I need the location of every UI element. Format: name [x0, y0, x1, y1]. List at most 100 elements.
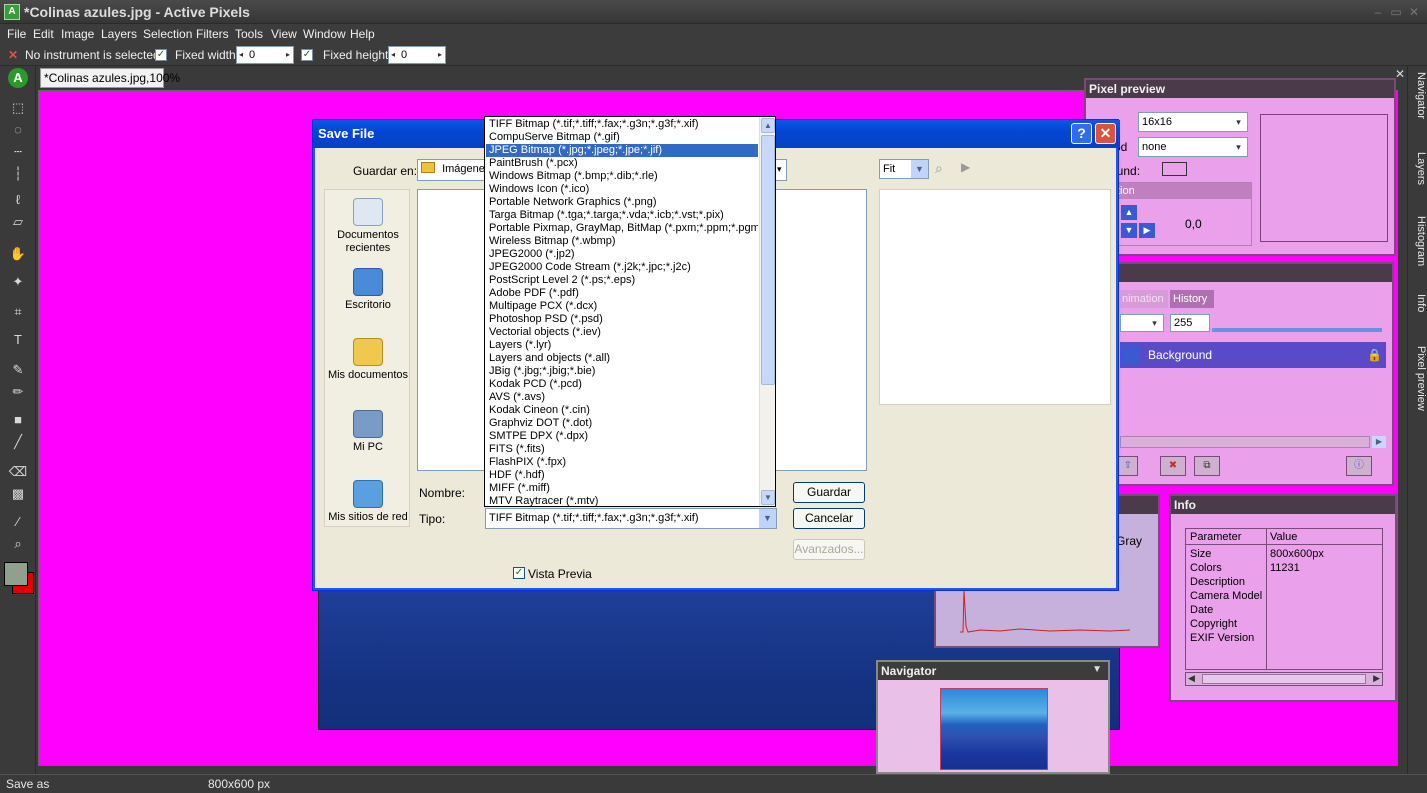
- tab-navigator[interactable]: Navigator: [1409, 72, 1427, 119]
- place-recent[interactable]: Documentos recientes: [325, 198, 411, 255]
- arrow-right-icon[interactable]: ▶: [1139, 223, 1155, 238]
- dropdown-item[interactable]: FlashPIX (*.fpx): [486, 456, 758, 469]
- magic-wand-icon[interactable]: ✦: [8, 272, 28, 292]
- fixed-width-input[interactable]: ◂ 0 ▸: [236, 46, 294, 64]
- menu-help[interactable]: Help: [350, 27, 375, 41]
- arrow-down-icon[interactable]: ▼: [1121, 223, 1137, 238]
- dropdown-item[interactable]: TIFF Bitmap (*.tif;*.tiff;*.fax;*.g3n;*.…: [486, 118, 758, 131]
- line-icon[interactable]: ╱: [8, 432, 28, 452]
- place-my-documents[interactable]: Mis documentos: [325, 338, 411, 382]
- ellipse-select-icon[interactable]: ◌: [8, 120, 28, 140]
- chevron-down-icon[interactable]: ▼: [911, 160, 928, 178]
- tab-history[interactable]: History: [1170, 290, 1214, 308]
- fixed-height-checkbox[interactable]: ✓: [301, 49, 313, 61]
- layer-row-background[interactable]: Background 🔒: [1120, 342, 1386, 368]
- dropdown-scrollbar[interactable]: ▲ ▼: [759, 117, 775, 506]
- gradient-icon[interactable]: ▩: [8, 484, 28, 504]
- chevron-down-icon[interactable]: ▼: [1092, 664, 1102, 675]
- dropdown-item[interactable]: Layers (*.lyr): [486, 339, 758, 352]
- pencil-icon[interactable]: ✏: [8, 382, 28, 402]
- dropdown-item[interactable]: AVS (*.avs): [486, 391, 758, 404]
- dropdown-item[interactable]: Windows Bitmap (*.bmp;*.dib;*.rle): [486, 170, 758, 183]
- eyedropper-icon[interactable]: ⁄: [8, 512, 28, 532]
- lasso-icon[interactable]: ℓ: [8, 190, 28, 210]
- dropdown-item[interactable]: PostScript Level 2 (*.ps;*.eps): [486, 274, 758, 287]
- eraser-icon[interactable]: ⌫: [8, 462, 28, 482]
- arrow-up-icon[interactable]: ▲: [1121, 205, 1137, 220]
- dropdown-item[interactable]: Wireless Bitmap (*.wbmp): [486, 235, 758, 248]
- maximize-button[interactable]: ▭: [1388, 4, 1404, 20]
- zoom-icon[interactable]: ⌕: [8, 534, 28, 554]
- tab-animation[interactable]: nimation: [1120, 290, 1168, 308]
- dropdown-item[interactable]: Adobe PDF (*.pdf): [486, 287, 758, 300]
- dropdown-item[interactable]: Layers and objects (*.all): [486, 352, 758, 365]
- dropdown-item[interactable]: JBig (*.jbg;*.jbig;*.bie): [486, 365, 758, 378]
- dropdown-item[interactable]: Portable Pixmap, GrayMap, BitMap (*.pxm;…: [486, 222, 758, 235]
- tab-histogram[interactable]: Histogram: [1409, 216, 1427, 266]
- fixed-height-input[interactable]: ◂ 0 ▸: [388, 46, 446, 64]
- menu-window[interactable]: Window: [303, 27, 346, 41]
- layer-info-icon[interactable]: ⓘ: [1346, 456, 1372, 476]
- rect-select-icon[interactable]: ⬚: [8, 98, 28, 118]
- column-select-icon[interactable]: ┆: [8, 164, 28, 184]
- dropdown-item[interactable]: FITS (*.fits): [486, 443, 758, 456]
- spin-left-icon[interactable]: ◂: [391, 47, 395, 63]
- background-color-swatch[interactable]: [1162, 162, 1187, 176]
- scroll-left-icon[interactable]: ◀: [1188, 673, 1195, 684]
- move-layer-up-icon[interactable]: ⇧: [1118, 456, 1138, 476]
- menu-layers[interactable]: Layers: [101, 27, 137, 41]
- zoom-select[interactable]: Fit ▼: [879, 159, 929, 179]
- opacity-input[interactable]: 255: [1170, 314, 1210, 332]
- text-icon[interactable]: T: [8, 330, 28, 350]
- menu-edit[interactable]: Edit: [33, 27, 54, 41]
- spin-right-icon[interactable]: ▸: [286, 47, 290, 63]
- menu-image[interactable]: Image: [61, 27, 94, 41]
- place-desktop[interactable]: Escritorio: [325, 268, 411, 312]
- rectangle-shape-icon[interactable]: ■: [8, 410, 28, 430]
- dropdown-item[interactable]: JPEG2000 Code Stream (*.j2k;*.jpc;*.j2c): [486, 261, 758, 274]
- dropdown-item[interactable]: Multipage PCX (*.dcx): [486, 300, 758, 313]
- fixed-width-checkbox[interactable]: ✓: [155, 49, 167, 61]
- filetype-select[interactable]: TIFF Bitmap (*.tif;*.tiff;*.fax;*.g3n;*.…: [485, 508, 777, 529]
- chevron-down-icon[interactable]: ▾: [1146, 315, 1163, 331]
- dropdown-item[interactable]: MIFF (*.miff): [486, 482, 758, 495]
- scroll-up-icon[interactable]: ▲: [761, 118, 775, 133]
- dropdown-item[interactable]: PaintBrush (*.pcx): [486, 157, 758, 170]
- dropdown-item[interactable]: MTV Raytracer (*.mtv): [486, 495, 758, 506]
- scroll-thumb[interactable]: [1202, 674, 1366, 684]
- dropdown-item[interactable]: HDF (*.hdf): [486, 469, 758, 482]
- chevron-down-icon[interactable]: ▾: [777, 164, 782, 175]
- spin-right-icon[interactable]: ▸: [438, 47, 442, 63]
- close-dialog-button[interactable]: ✕: [1095, 123, 1116, 144]
- dropdown-item[interactable]: Graphviz DOT (*.dot): [486, 417, 758, 430]
- place-my-computer[interactable]: Mi PC: [325, 410, 411, 454]
- dropdown-item[interactable]: Targa Bitmap (*.tga;*.targa;*.vda;*.icb;…: [486, 209, 758, 222]
- document-tab[interactable]: *Colinas azules.jpg,100%: [40, 68, 180, 88]
- preview-zoom-icon[interactable]: ⌕: [935, 160, 943, 177]
- layers-scrollbar[interactable]: [1120, 436, 1370, 448]
- scroll-thumb[interactable]: [761, 135, 775, 385]
- play-icon[interactable]: ▶: [961, 160, 970, 174]
- scroll-down-icon[interactable]: ▼: [761, 490, 775, 505]
- brush-icon[interactable]: ✎: [8, 360, 28, 380]
- menu-tools[interactable]: Tools: [235, 27, 263, 41]
- lock-icon[interactable]: 🔒: [1367, 342, 1382, 368]
- hand-icon[interactable]: ✋: [8, 244, 28, 264]
- minimize-button[interactable]: –: [1370, 4, 1386, 20]
- chevron-down-icon[interactable]: ▾: [1230, 138, 1247, 156]
- save-button[interactable]: Guardar: [793, 482, 865, 503]
- dropdown-item-selected[interactable]: JPEG Bitmap (*.jpg;*.jpeg;*.jpe;*.jif): [486, 144, 758, 157]
- help-button[interactable]: ?: [1071, 123, 1092, 144]
- scroll-right-icon[interactable]: ▶: [1373, 673, 1380, 684]
- dropdown-item[interactable]: Kodak PCD (*.pcd): [486, 378, 758, 391]
- blend-mode-select[interactable]: ▾: [1120, 314, 1164, 332]
- chevron-down-icon[interactable]: ▾: [1230, 113, 1247, 131]
- opacity-slider[interactable]: [1212, 328, 1382, 332]
- foreground-color-swatch[interactable]: [4, 562, 28, 586]
- close-app-button[interactable]: ✕: [1406, 4, 1422, 20]
- close-document-icon[interactable]: ✕: [1395, 67, 1405, 81]
- preview-checkbox[interactable]: ✓: [513, 567, 525, 579]
- menu-view[interactable]: View: [271, 27, 297, 41]
- advanced-button[interactable]: Avanzados...: [793, 539, 865, 560]
- menu-file[interactable]: File: [7, 27, 26, 41]
